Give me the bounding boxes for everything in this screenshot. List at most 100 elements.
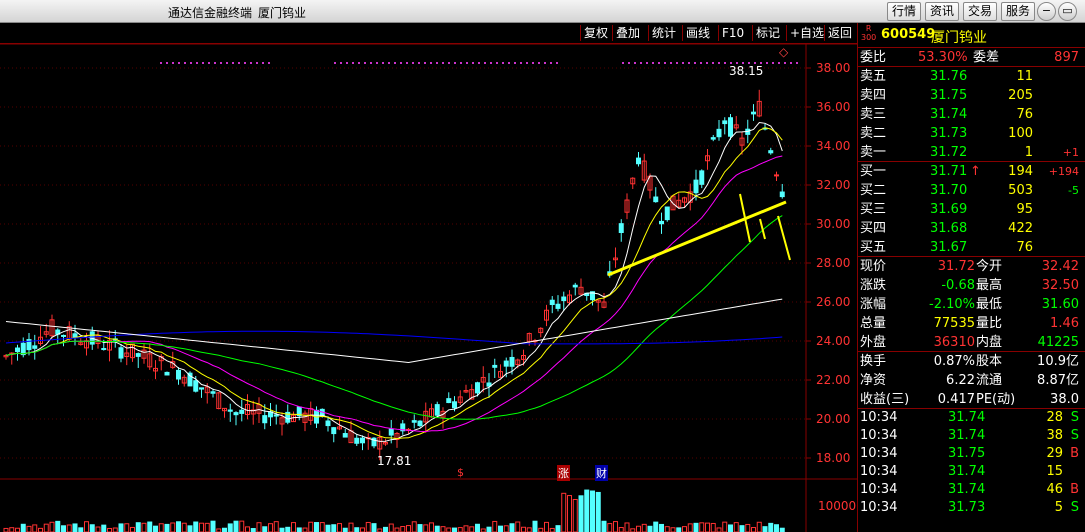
tick-price: 31.74 [948,410,986,425]
signal-dot [454,62,456,64]
bid-arrow-icon: ↑ [970,164,981,179]
ask-row[interactable]: 卖二 31.73 100 [858,124,1085,143]
signal-dot [694,62,696,64]
dividend-marker[interactable]: $ [457,466,464,479]
signal-dot [712,62,714,64]
tick-side: S [1070,410,1079,425]
minimize-icon[interactable]: − [1037,2,1056,21]
ask-row[interactable]: 卖四 31.75 205 [858,86,1085,105]
bid-row[interactable]: 买二 31.70 503 -5 [858,181,1085,200]
diamond-icon[interactable]: ◇ [779,45,788,59]
volume-bar [262,526,268,532]
price-tick-label: 28.00 [816,256,850,270]
add-favorite-button[interactable]: +自选 [786,25,827,41]
stat-value: 32.50 [1041,278,1079,293]
candle-body [239,409,245,414]
bid-change: -5 [1068,184,1079,197]
fuquan-button[interactable]: 复权 [580,25,611,41]
stat-label: 内盘 [976,335,1003,350]
volume-bar [670,527,676,532]
candle-body [475,382,480,394]
candle-body [164,371,170,376]
candle-body [572,284,578,288]
volume-bar [555,525,561,532]
volume-bar [38,527,43,532]
stat-row: 涨幅 -2.10% 最低 31.60 [858,295,1085,314]
volume-bar [641,523,647,532]
signal-dot [208,62,210,64]
market-button[interactable]: 行情 [887,2,922,21]
volume-bar [383,526,388,532]
candle-body [693,179,699,194]
stat2-value: 8.87亿 [1037,373,1079,388]
bid-row[interactable]: 买一 31.71 ↑ 194 +194 [858,162,1085,181]
volume-bar [423,524,429,532]
volume-bar [561,492,567,532]
limit-up-marker[interactable]: 涨 [557,465,570,481]
ask-row[interactable]: 卖一 31.72 1 +1 [858,143,1085,162]
signal-dot [796,62,798,64]
stats-button[interactable]: 统计 [648,25,679,41]
draw-button[interactable]: 画线 [682,25,713,41]
kline-svg[interactable]: 38.00 36.00 34.00 32.00 30.00 28.00 26.00 24.00… [0,44,857,532]
signal-dot [640,62,642,64]
volume-bar [348,522,354,532]
news-button[interactable]: 资讯 [925,2,960,21]
stat-value: 36310 [933,335,975,350]
volume-bar [601,520,607,532]
back-button[interactable]: 返回 [824,25,855,41]
candle-body [118,347,124,359]
trend-arrow-icon [777,215,791,261]
candle-body [699,170,705,185]
candle-body [20,342,26,356]
volume-bar [739,525,745,532]
mark-button[interactable]: 标记 [752,25,783,41]
candle-body [722,120,728,125]
ma60-line [5,215,783,420]
restore-icon[interactable]: ▭ [1058,2,1077,21]
volume-bar [285,526,291,532]
candle-body [325,420,331,427]
bid-price: 31.71 [930,164,968,179]
volume-bar [101,524,107,532]
ask-row[interactable]: 卖五 31.76 11 [858,67,1085,86]
bid-price: 31.67 [930,240,968,255]
bid-row[interactable]: 买四 31.68 422 [858,219,1085,238]
signal-dot [472,62,474,64]
finance-marker[interactable]: 财 [595,465,608,481]
candle-body [549,299,555,305]
volume-bar [135,522,141,532]
service-button[interactable]: 服务 [1001,2,1036,21]
volume-bar [164,523,170,532]
volume-bar [273,521,279,532]
stat-row: 涨跌 -0.68 最高 32.50 [858,276,1085,295]
candle-body [434,404,440,416]
volume-bar [590,490,595,532]
price-tick-label: 34.00 [816,139,850,153]
ask-label: 卖四 [860,88,887,103]
signal-dot [628,62,630,64]
bid-label: 买一 [860,164,887,179]
stat2-label: 换手 [860,354,887,369]
kline-chart[interactable]: 38.00 36.00 34.00 32.00 30.00 28.00 26.00 24.00… [0,44,857,532]
volume-bar [325,524,331,532]
candle-body [618,223,624,233]
signal-dot [682,62,684,64]
tick-side: B [1070,482,1079,497]
stat-row: 总量 77535 量比 1.46 [858,314,1085,333]
bid-row[interactable]: 买三 31.69 95 [858,200,1085,219]
volume-bar [653,521,659,532]
trade-button[interactable]: 交易 [963,2,998,21]
volume-bar [417,524,423,532]
tick-price: 31.74 [948,428,986,443]
f10-button[interactable]: F10 [718,25,747,41]
signal-dot [364,62,366,64]
volume-bar [26,525,32,532]
ask-row[interactable]: 卖三 31.74 76 [858,105,1085,124]
stat2-label: 收益(三) [860,392,910,407]
volume-bar [636,525,641,532]
price-tick-label: 18.00 [816,451,850,465]
bid-row[interactable]: 买五 31.67 76 [858,238,1085,257]
overlay-button[interactable]: 叠加 [612,25,643,41]
volume-bar [406,525,411,532]
